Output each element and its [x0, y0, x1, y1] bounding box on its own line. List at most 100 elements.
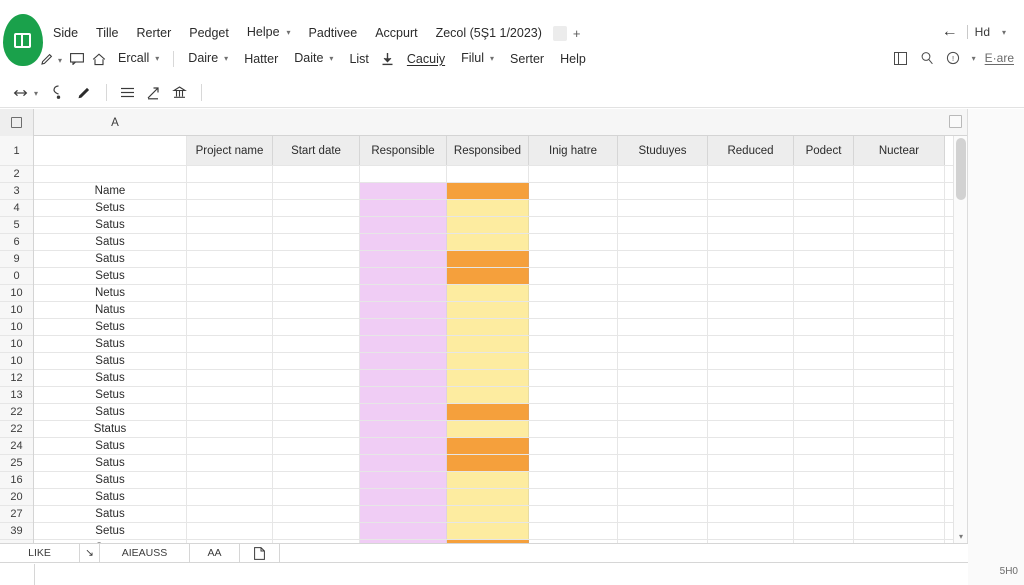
cell-nuctear[interactable] [854, 319, 945, 335]
account-label[interactable]: Hd [975, 25, 990, 39]
cell-reduced[interactable] [708, 217, 794, 233]
ribbon-item-4[interactable]: List [341, 49, 376, 69]
vertical-scrollbar-thumb[interactable] [956, 138, 966, 200]
cell-spacer[interactable]: Netus [34, 285, 187, 301]
cell-spacer[interactable]: Setus [34, 523, 187, 539]
cell-start-date[interactable] [273, 472, 360, 488]
cell-responsible[interactable] [360, 370, 447, 386]
row-header[interactable]: 10 [0, 302, 33, 319]
cell-start-date[interactable] [273, 319, 360, 335]
cell-responsible[interactable] [360, 438, 447, 454]
ribbon-item-8[interactable]: Help [552, 49, 594, 69]
cell-responsibed[interactable] [447, 268, 529, 284]
select-all-corner[interactable] [0, 109, 34, 136]
cell-project-name[interactable] [187, 285, 273, 301]
cell-spacer[interactable]: Satus [34, 472, 187, 488]
cell-studuyes[interactable] [618, 421, 708, 437]
cell-nuctear[interactable] [854, 268, 945, 284]
cell-studuyes[interactable] [618, 455, 708, 471]
cell-inig-hatre[interactable] [529, 489, 618, 505]
row-header[interactable]: 10 [0, 319, 33, 336]
cell-reduced[interactable]: Reduced [708, 136, 794, 165]
cell-project-name[interactable] [187, 438, 273, 454]
cell-reduced[interactable] [708, 336, 794, 352]
cell-inig-hatre[interactable] [529, 353, 618, 369]
cell-nuctear[interactable]: Nuctear [854, 136, 945, 165]
cell-responsibed[interactable] [447, 506, 529, 522]
cell-responsible[interactable] [360, 353, 447, 369]
undo-redo-icon[interactable] [8, 82, 32, 104]
cell-studuyes[interactable] [618, 251, 708, 267]
cell-nuctear[interactable] [854, 421, 945, 437]
cell-podect[interactable] [794, 336, 854, 352]
pen-edit-icon[interactable] [72, 82, 96, 104]
ribbon-item-6[interactable]: Filul [453, 48, 502, 70]
cell-inig-hatre[interactable] [529, 523, 618, 539]
cell-start-date[interactable] [273, 285, 360, 301]
ribbon-item-7[interactable]: Serter [502, 49, 552, 69]
cell-nuctear[interactable] [854, 217, 945, 233]
cell-responsible[interactable] [360, 404, 447, 420]
cell-reduced[interactable] [708, 404, 794, 420]
cell-spacer[interactable]: Setus [34, 319, 187, 335]
cell-studuyes[interactable] [618, 183, 708, 199]
cell-spacer[interactable]: Satus [34, 353, 187, 369]
cell-project-name[interactable] [187, 217, 273, 233]
vertical-scrollbar[interactable]: ▾ [953, 136, 967, 543]
row-header[interactable]: 1 [0, 136, 33, 166]
cell-podect[interactable] [794, 353, 854, 369]
cell-podect[interactable] [794, 217, 854, 233]
align-icon[interactable] [115, 82, 139, 104]
cell-spacer[interactable]: Satus [34, 370, 187, 386]
format-paint-icon[interactable] [46, 82, 70, 104]
cell-responsibed[interactable] [447, 370, 529, 386]
cell-reduced[interactable] [708, 166, 794, 182]
ribbon-item-5[interactable]: Cacuiy [399, 49, 453, 69]
cell-responsibed[interactable] [447, 234, 529, 250]
cell-start-date[interactable] [273, 302, 360, 318]
cell-project-name[interactable]: Project name [187, 136, 273, 165]
cell-project-name[interactable] [187, 370, 273, 386]
cell-responsibed[interactable] [447, 404, 529, 420]
cell-inig-hatre[interactable] [529, 302, 618, 318]
column-letter-a[interactable]: A [80, 109, 150, 136]
cell-podect[interactable] [794, 251, 854, 267]
cell-studuyes[interactable] [618, 234, 708, 250]
cell-nuctear[interactable] [854, 523, 945, 539]
cell-responsible[interactable] [360, 421, 447, 437]
cell-spacer[interactable]: Satus [34, 404, 187, 420]
cell-reduced[interactable] [708, 472, 794, 488]
cell-project-name[interactable] [187, 506, 273, 522]
cell-project-name[interactable] [187, 166, 273, 182]
cell-project-name[interactable] [187, 268, 273, 284]
cell-spacer[interactable]: Satus [34, 217, 187, 233]
cell-studuyes[interactable] [618, 438, 708, 454]
status-arrow[interactable]: ↘ [80, 543, 100, 563]
cell-inig-hatre[interactable] [529, 285, 618, 301]
cell-start-date[interactable] [273, 387, 360, 403]
cell-spacer[interactable]: Natus [34, 302, 187, 318]
cell-spacer[interactable]: Satus [34, 506, 187, 522]
cell-nuctear[interactable] [854, 302, 945, 318]
cell-reduced[interactable] [708, 421, 794, 437]
cell-podect[interactable] [794, 506, 854, 522]
cell-studuyes[interactable] [618, 523, 708, 539]
menu-item-3[interactable]: Pedget [180, 23, 238, 43]
cell-start-date[interactable]: Start date [273, 136, 360, 165]
cell-spacer[interactable]: Setus [34, 268, 187, 284]
cell-responsible[interactable] [360, 217, 447, 233]
cell-reduced[interactable] [708, 183, 794, 199]
cell-inig-hatre[interactable] [529, 421, 618, 437]
cell-project-name[interactable] [187, 523, 273, 539]
column-band-right-box[interactable] [949, 115, 962, 128]
cell-spacer[interactable]: Name [34, 183, 187, 199]
search-icon[interactable] [917, 48, 937, 68]
cell-podect[interactable] [794, 421, 854, 437]
menu-item-1[interactable]: Tille [87, 23, 127, 43]
cell-spacer[interactable] [34, 136, 187, 165]
cell-nuctear[interactable] [854, 251, 945, 267]
cell-start-date[interactable] [273, 506, 360, 522]
cell-nuctear[interactable] [854, 404, 945, 420]
cell-reduced[interactable] [708, 387, 794, 403]
cell-podect[interactable] [794, 455, 854, 471]
